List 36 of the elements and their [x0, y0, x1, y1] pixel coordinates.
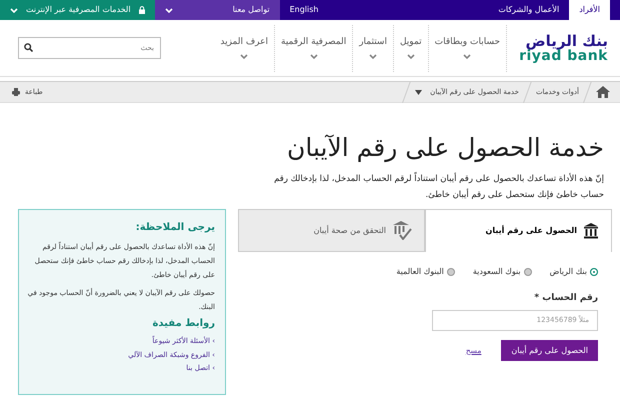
lock-icon	[138, 6, 145, 14]
bank-check-icon	[392, 221, 412, 240]
nav-menu-item[interactable]: اعرف المزيد	[214, 24, 276, 72]
form-tab[interactable]: التحقق من صحة أيبان	[238, 209, 425, 252]
radio-label[interactable]: بنك الرياض	[550, 266, 587, 278]
chevron-down-icon	[369, 53, 378, 60]
online-banking-menu[interactable]: الخدمات المصرفية عبر الإنترنت	[0, 0, 155, 20]
links-heading: روابط مفيدة	[152, 318, 215, 330]
bank-icon	[583, 223, 599, 240]
chevron-down-icon	[240, 53, 248, 60]
form-tab[interactable]: الحصول على رقم أيبان	[425, 209, 612, 252]
note-heading: يرجى الملاحظة:	[134, 222, 215, 234]
page-title: خدمة الحصول على رقم الآيبان	[286, 133, 604, 163]
nav-menu-item[interactable]: استثمار	[353, 24, 394, 72]
radio-button[interactable]	[524, 268, 532, 276]
chevron-down-icon	[406, 53, 415, 60]
chevron-down-icon	[310, 53, 318, 60]
contact-menu[interactable]: تواصل معنا	[154, 0, 280, 20]
intro-text: إنّ هذه الأداة تساعدك بالحصول على رقم أيبان استناداً لرقم الحساب المدخل، لذا بإدخالك رقم حساب خاطئ فإنك ستحصل على رقم أيبان خاطئ.	[273, 171, 604, 202]
radio-label[interactable]: البنوك العالمية	[396, 266, 444, 278]
chevron-down-icon	[10, 6, 18, 14]
nav-menu-item[interactable]: المصرفية الرقمية	[275, 24, 354, 72]
submit-button[interactable]: الحصول على رقم أيبان	[501, 340, 598, 361]
nav-menu-item[interactable]: حسابات وبطاقات	[428, 24, 508, 72]
radio-label[interactable]: بنوك السعودية	[472, 266, 521, 278]
caret-down-icon[interactable]	[415, 90, 422, 94]
home-icon[interactable]	[596, 86, 610, 98]
nav-tab[interactable]: الأفراد	[569, 0, 610, 20]
nav-tab[interactable]: الأعمال والشركات	[488, 0, 570, 20]
field-label: رقم الحساب *	[533, 292, 598, 306]
radio-button[interactable]	[590, 268, 598, 276]
radio-button[interactable]	[446, 268, 455, 276]
chevron-down-icon	[463, 53, 472, 60]
nav-menu-item[interactable]: تمويل	[394, 24, 429, 72]
search-icon	[24, 43, 33, 52]
chevron-down-icon	[164, 6, 173, 14]
